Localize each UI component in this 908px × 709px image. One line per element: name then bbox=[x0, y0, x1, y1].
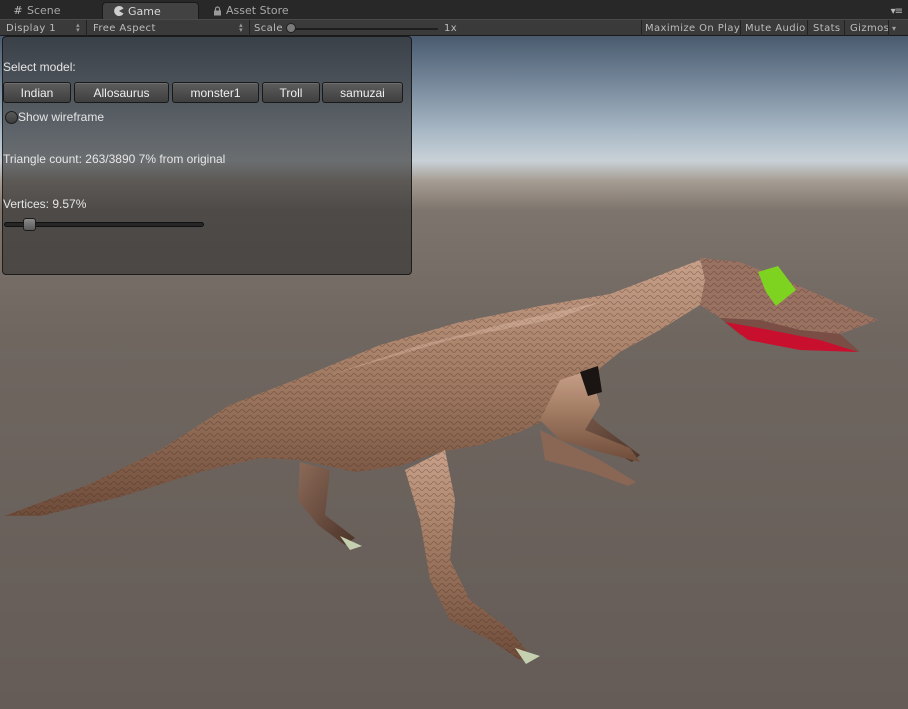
scale-label: Scale bbox=[254, 22, 283, 34]
mute-audio-toggle[interactable]: Mute Audio bbox=[745, 20, 806, 36]
toolbar-divider bbox=[844, 20, 845, 36]
chevron-down-icon: ▾ bbox=[892, 23, 897, 33]
display-dropdown[interactable]: Display 1 ▴ ▾ bbox=[6, 20, 82, 36]
toolbar-divider bbox=[249, 20, 250, 36]
updown-arrows-icon: ▴ ▾ bbox=[239, 21, 243, 34]
toolbar-divider bbox=[86, 20, 87, 36]
aspect-dropdown[interactable]: Free Aspect ▴ ▾ bbox=[93, 20, 245, 36]
toolbar-divider bbox=[807, 20, 808, 36]
show-wireframe-label: Show wireframe bbox=[18, 110, 105, 124]
tab-scene-label: Scene bbox=[27, 4, 61, 17]
vertices-label: Vertices: 9.57% bbox=[3, 197, 87, 211]
tab-asset-store-label: Asset Store bbox=[226, 4, 289, 17]
tab-game-label: Game bbox=[128, 4, 161, 18]
toolbar-divider bbox=[641, 20, 642, 36]
triangle-count-text: Triangle count: 263/3890 7% from origina… bbox=[3, 152, 226, 166]
tab-asset-store[interactable]: Asset Store bbox=[201, 2, 311, 19]
display-dropdown-value: Display 1 bbox=[6, 22, 57, 34]
model-options-panel: Select model: Indian Allosaurus monster1… bbox=[2, 36, 412, 275]
tab-game[interactable]: Game bbox=[102, 2, 199, 19]
editor-tab-strip: # Scene Game Asset Store ▾≡ bbox=[0, 0, 908, 19]
select-model-label: Select model: bbox=[3, 60, 76, 74]
updown-arrows-icon: ▴ ▾ bbox=[76, 21, 80, 34]
lock-icon bbox=[211, 5, 223, 17]
scale-value: 1x bbox=[444, 22, 458, 34]
gizmos-dropdown-arrow[interactable]: ▾ bbox=[892, 20, 896, 36]
grid-icon: # bbox=[13, 4, 23, 17]
model-button-allosaurus[interactable]: Allosaurus bbox=[74, 82, 169, 103]
toolbar-divider bbox=[740, 20, 741, 36]
scale-slider-track[interactable] bbox=[292, 28, 438, 30]
pacman-icon bbox=[113, 5, 125, 17]
tab-context-menu-icon[interactable]: ▾≡ bbox=[891, 6, 903, 17]
model-button-monster1[interactable]: monster1 bbox=[172, 82, 259, 103]
stats-toggle[interactable]: Stats bbox=[813, 20, 841, 36]
gizmos-toggle[interactable]: Gizmos bbox=[850, 20, 889, 36]
game-view-toolbar: Display 1 ▴ ▾ Free Aspect ▴ ▾ Scale 1x Max… bbox=[0, 19, 908, 36]
toolbar-divider bbox=[888, 20, 889, 36]
model-button-samuzai[interactable]: samuzai bbox=[322, 82, 403, 103]
scale-slider-thumb[interactable] bbox=[286, 23, 296, 33]
show-wireframe-checkbox[interactable] bbox=[5, 111, 18, 124]
model-button-troll[interactable]: Troll bbox=[262, 82, 320, 103]
model-button-indian[interactable]: Indian bbox=[3, 82, 71, 103]
maximize-on-play-toggle[interactable]: Maximize On Play bbox=[645, 20, 740, 36]
tab-scene[interactable]: # Scene bbox=[2, 2, 98, 19]
aspect-dropdown-value: Free Aspect bbox=[93, 22, 156, 34]
vertices-slider-thumb[interactable] bbox=[22, 218, 36, 231]
